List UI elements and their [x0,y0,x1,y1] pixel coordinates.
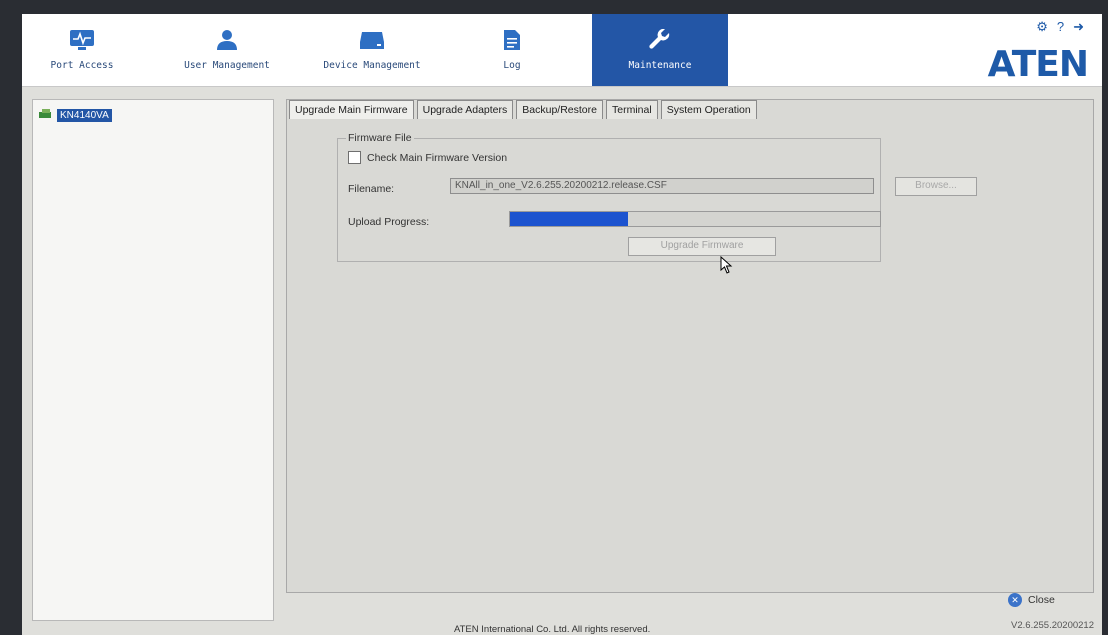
document-icon [497,26,527,54]
firmware-file-group: Firmware File Check Main Firmware Versio… [337,132,977,262]
mouse-cursor-icon [720,256,733,274]
app-window: Port Access User Management Device Manag… [22,14,1102,635]
close-button[interactable]: ✕ Close [1008,593,1055,607]
nav-label: Maintenance [628,60,692,71]
device-name: KN4140VA [57,108,112,122]
monitor-pulse-icon [67,26,97,54]
logout-icon[interactable]: ➜ [1073,20,1084,34]
upload-progress-label: Upload Progress: [348,216,430,228]
close-label: Close [1028,594,1055,606]
tab-upgrade-main-firmware[interactable]: Upgrade Main Firmware [289,100,414,119]
filename-field[interactable]: KNAll_in_one_V2.6.255.20200212.release.C… [450,178,874,194]
tab-system-operation[interactable]: System Operation [660,100,757,119]
help-icon[interactable]: ? [1057,20,1064,34]
tab-bar: Upgrade Main Firmware Upgrade Adapters B… [289,100,760,119]
tab-backup-restore[interactable]: Backup/Restore [516,100,603,119]
copyright-text: ATEN International Co. Ltd. All rights r… [454,624,651,635]
wrench-icon [645,26,675,54]
nav-port-access[interactable]: Port Access [40,14,124,86]
tree-item-device[interactable]: KN4140VA [39,106,112,124]
top-navigation: Port Access User Management Device Manag… [22,14,1102,87]
close-icon: ✕ [1008,593,1022,607]
tab-upgrade-adapters[interactable]: Upgrade Adapters [416,100,514,119]
tab-terminal[interactable]: Terminal [606,100,658,119]
aten-logo: ATEN [987,44,1089,85]
nav-label: Log [503,60,521,71]
main-panel: Upgrade Main Firmware Upgrade Adapters B… [286,99,1094,593]
check-firmware-label: Check Main Firmware Version [367,151,508,164]
upgrade-firmware-button[interactable]: Upgrade Firmware [628,237,776,256]
browse-button[interactable]: Browse... [895,177,977,196]
filename-label: Filename: [348,183,395,195]
settings-icon[interactable]: ⚙ [1036,20,1048,34]
upload-progress-bar [509,211,881,227]
nav-device-management[interactable]: Device Management [312,14,432,86]
nav-log[interactable]: Log [482,14,542,86]
nav-user-management[interactable]: User Management [172,14,282,86]
device-tree-icon [39,106,53,124]
group-title: Firmware File [346,132,414,144]
header-icons: ⚙ ? ➜ [1036,20,1084,34]
upload-progress-fill [510,212,629,226]
nav-label: User Management [184,60,270,71]
nav-label: Device Management [323,60,421,71]
version-text: V2.6.255.20200212 [1011,620,1094,631]
nav-label: Port Access [50,60,114,71]
user-icon [212,26,242,54]
nav-maintenance[interactable]: Maintenance [592,14,728,86]
check-firmware-row: Check Main Firmware Version [348,151,507,164]
check-firmware-checkbox[interactable] [348,151,361,164]
device-icon [357,26,387,54]
device-tree: KN4140VA [32,99,274,621]
